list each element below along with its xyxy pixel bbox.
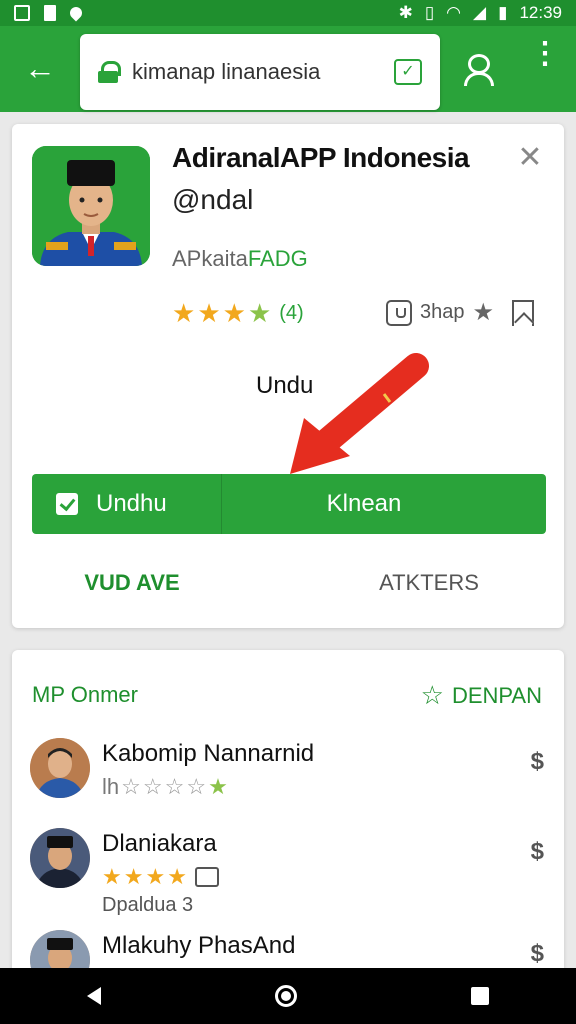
app-developer[interactable]: @ndal — [172, 184, 253, 216]
comment-icon — [194, 867, 219, 887]
rating-count: (4) — [279, 302, 304, 324]
category-prefix: APkaita — [172, 246, 248, 271]
app-icon-illustration — [32, 146, 150, 266]
clock-time: 12:39 — [519, 3, 562, 22]
star-outline-icon: ☆ — [420, 680, 444, 710]
reviewer-name: Dlaniakara — [102, 830, 217, 857]
section-title: MP Onmer — [32, 682, 138, 707]
star-icon: ★ — [123, 864, 144, 889]
star-empty-icon: ☆ — [121, 774, 141, 799]
dollar-icon[interactable]: $ — [531, 940, 544, 968]
rating-row: ★ ★ ★ ★ (4) — [172, 298, 304, 329]
app-bar: ← kimanap linanaesia ✓ ⋮ — [0, 26, 576, 112]
star-icon: ★ — [172, 298, 196, 328]
rating-prefix: lh — [102, 774, 120, 799]
document-icon — [44, 5, 56, 21]
avatar — [30, 828, 90, 888]
nav-back-icon[interactable] — [87, 987, 101, 1005]
star-empty-icon: ☆ — [186, 774, 207, 799]
star-icon: ★ — [102, 864, 122, 889]
url-text[interactable]: kimanap linanaesia — [132, 59, 394, 85]
more-vert-icon[interactable]: ⋮ — [530, 39, 560, 88]
nav-recents-icon[interactable] — [471, 987, 489, 1005]
avatar — [30, 738, 90, 798]
review-item[interactable]: Kabomip Nannarnid lh ☆ ☆ ☆ ☆ ★ $ — [30, 738, 550, 818]
battery-icon: ▮ — [498, 3, 508, 22]
share-label[interactable]: 3hap — [420, 301, 465, 324]
dollar-icon[interactable]: $ — [531, 838, 544, 866]
app-icon[interactable] — [32, 146, 150, 266]
favorite-star-icon[interactable]: ★ — [473, 298, 495, 327]
signal-icon: ◢ — [473, 3, 487, 22]
reviews-card: MP Onmer ☆ DENPAN Kabomip Nannarnid lh ☆… — [12, 650, 564, 980]
check-icon — [56, 493, 78, 515]
star-icon: ★ — [197, 298, 221, 328]
bookmark-icon[interactable] — [512, 299, 535, 326]
back-arrow-icon[interactable]: ← — [22, 50, 58, 86]
share-icon[interactable] — [386, 299, 412, 326]
close-icon[interactable]: ✕ — [516, 143, 544, 173]
star-empty-icon: ☆ — [164, 774, 185, 799]
app-detail-card: AdiranalAPP Indonesia @ndal ✕ APkaitaFAD… — [12, 124, 564, 628]
url-bar[interactable]: kimanap linanaesia ✓ — [80, 34, 440, 110]
vibrate-icon: ▯ — [424, 3, 435, 22]
star-empty-icon: ☆ — [142, 774, 163, 799]
review-item[interactable]: Dlaniakara ★ ★ ★ ★ Dpaldua 3 $ — [30, 828, 550, 916]
app-title: AdiranalAPP Indonesia — [172, 142, 470, 173]
gallery-icon — [14, 5, 30, 21]
share-group: 3hap ★ — [386, 298, 535, 327]
install-button[interactable]: Undhu — [32, 474, 222, 534]
tab-icon[interactable]: ✓ — [394, 59, 422, 85]
review-rating: ★ ★ ★ ★ — [102, 864, 219, 890]
section-action-button[interactable]: ☆ DENPAN — [421, 680, 542, 711]
account-icon[interactable] — [462, 52, 496, 86]
status-bar: ✱ ▯ ◠ ◢ ▮ 12:39 — [0, 0, 576, 26]
app-category[interactable]: APkaitaFADG — [172, 246, 308, 272]
review-meta: Dpaldua 3 — [102, 894, 194, 916]
category-accent: FADG — [247, 246, 308, 271]
wifi-icon: ◠ — [446, 3, 462, 22]
tab-second[interactable]: ATKTERS — [232, 570, 546, 596]
red-arrow-icon — [290, 353, 429, 474]
reviewer-name: Kabomip Nannarnid — [102, 740, 315, 767]
star-icon: ★ — [145, 864, 166, 889]
review-rating: lh ☆ ☆ ☆ ☆ ★ — [102, 774, 228, 800]
star-icon: ★ — [167, 864, 187, 889]
install-label: Undhu — [96, 490, 167, 517]
star-icon: ★ — [247, 298, 272, 328]
tab-first[interactable]: VUD AVE — [32, 570, 232, 596]
action-bar: Undhu Klnean — [32, 474, 546, 534]
bluetooth-icon: ✱ — [398, 3, 413, 22]
system-nav-bar — [0, 968, 576, 1024]
open-button[interactable]: Klnean — [222, 490, 546, 518]
reviewer-name: Mlakuhy PhasAnd — [102, 932, 296, 959]
star-icon: ★ — [208, 774, 228, 799]
tab-row: VUD AVE ATKTERS — [32, 570, 546, 596]
lock-icon — [98, 61, 121, 83]
section-action-label: DENPAN — [451, 682, 542, 708]
star-icon: ★ — [222, 298, 246, 328]
nav-home-icon[interactable] — [275, 985, 297, 1007]
location-icon — [67, 4, 85, 22]
dollar-icon[interactable]: $ — [531, 748, 544, 776]
